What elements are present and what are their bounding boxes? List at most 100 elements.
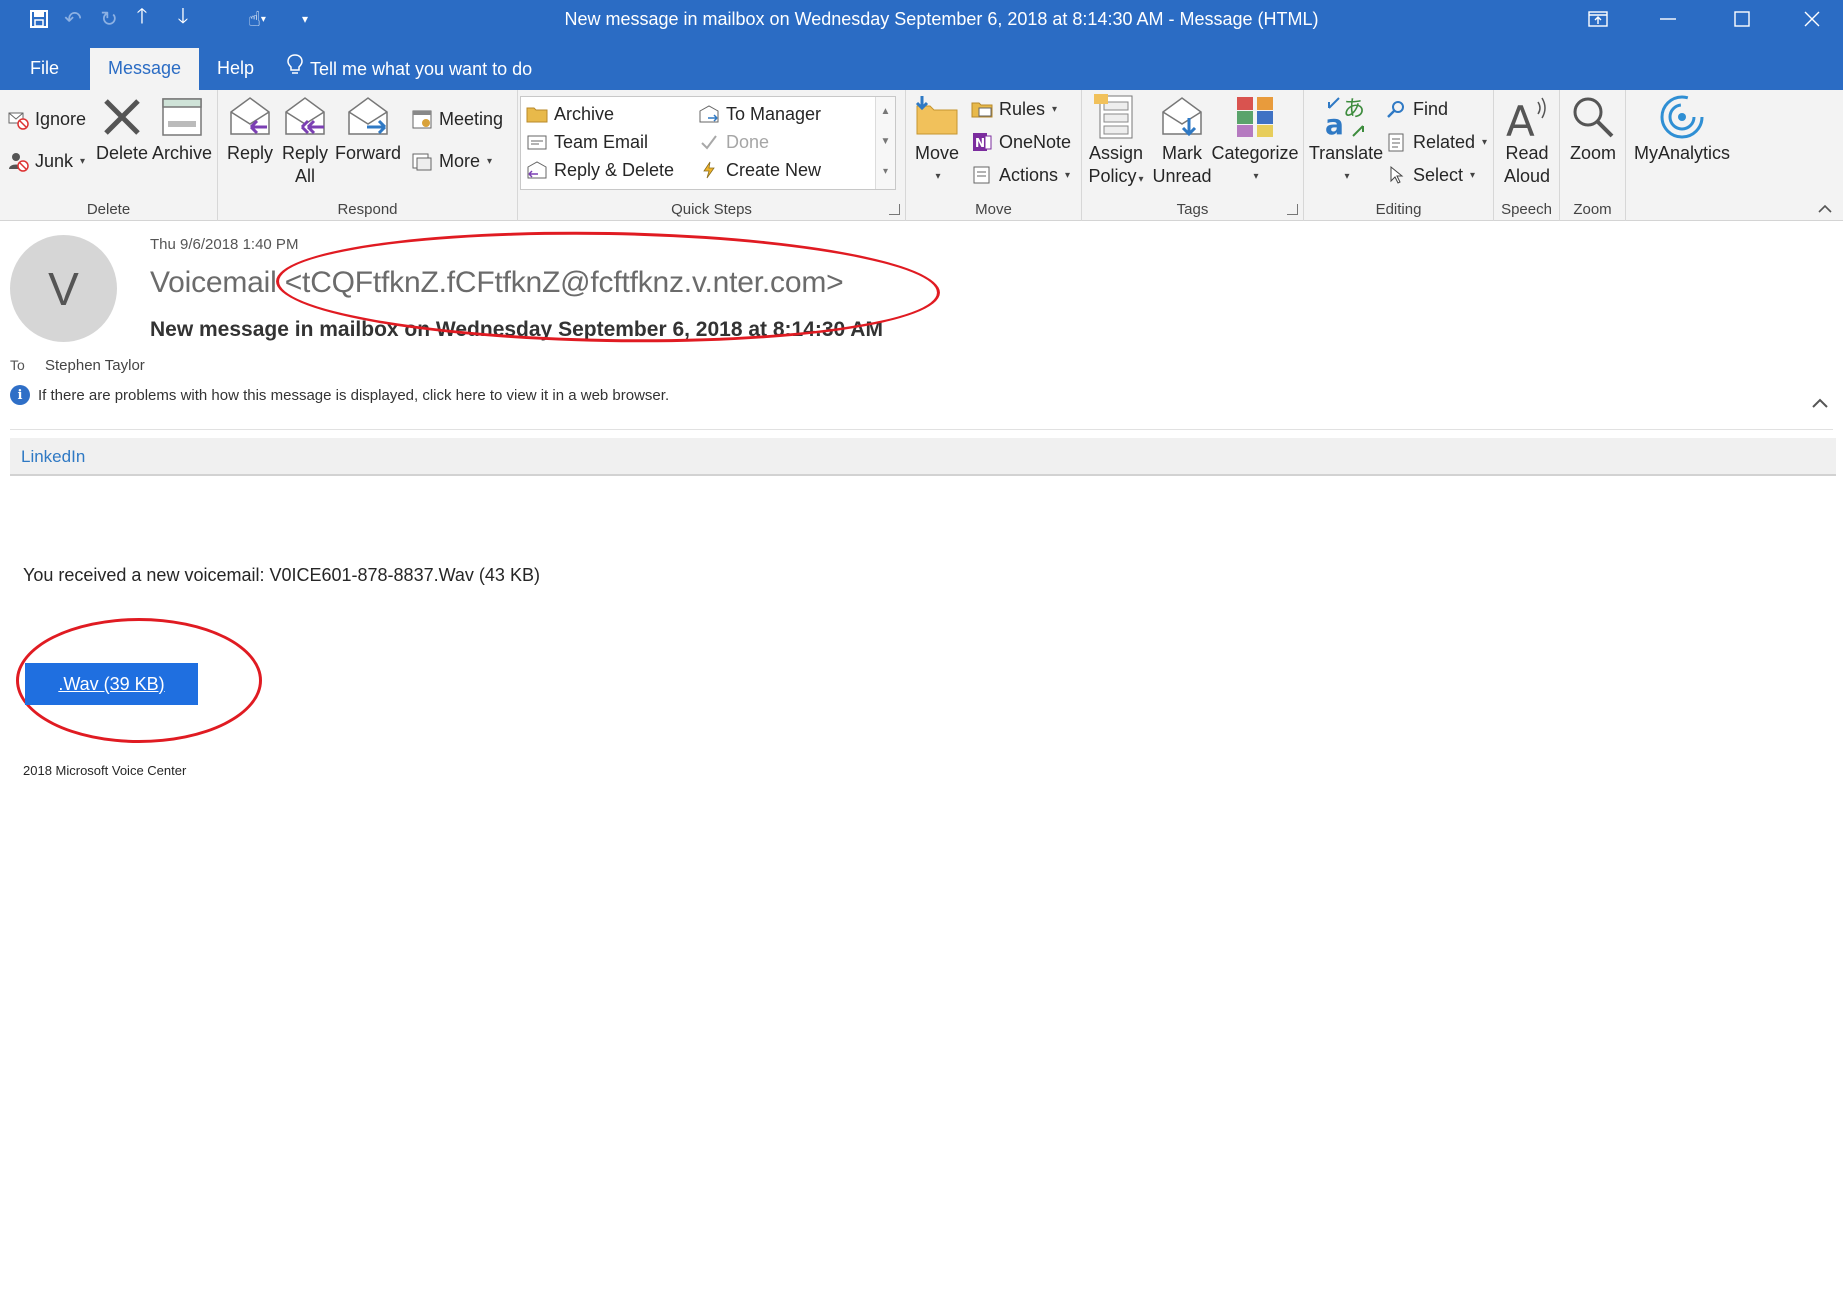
archive-label: Archive (151, 143, 213, 163)
archive-box-icon (159, 94, 205, 140)
message-subject: New message in mailbox on Wednesday Sept… (150, 318, 883, 341)
move-folder-icon (914, 94, 960, 140)
myanalytics-button[interactable]: MyAnalytics (1630, 94, 1734, 165)
quick-steps-launcher[interactable] (889, 204, 900, 215)
minimize-button[interactable] (1637, 0, 1699, 38)
header-divider (10, 429, 1833, 430)
sender-name: Voicemail (150, 266, 277, 299)
more-respond-button[interactable]: More ▾ (410, 148, 492, 174)
related-label: Related (1413, 131, 1476, 152)
zoom-group: Zoom Zoom (1560, 90, 1626, 221)
categorize-button[interactable]: Categorize ▾ (1210, 94, 1300, 188)
quick-step-create-new-label: Create New (726, 159, 822, 180)
quick-step-create-new[interactable]: Create New (697, 157, 821, 183)
quick-step-reply-delete[interactable]: Reply & Delete (525, 157, 674, 183)
actions-icon (970, 163, 994, 187)
tell-me-search[interactable]: Tell me what you want to do (286, 48, 532, 90)
folder-icon (525, 102, 549, 126)
wav-download-button[interactable]: .Wav (39 KB) (25, 663, 198, 705)
maximize-button[interactable] (1711, 0, 1773, 38)
quick-step-reply-delete-label: Reply & Delete (554, 159, 675, 180)
delete-group: Ignore Junk ▾ Delete Archive Delete (0, 90, 218, 221)
sender-line[interactable]: Voicemail <tCQFtfknZ.fCFtfknZ@fcftfknz.v… (150, 266, 844, 300)
expand-gallery-icon[interactable]: ▾ (876, 157, 895, 187)
forward-button[interactable]: Forward (334, 94, 402, 165)
quick-step-team-email-label: Team Email (554, 131, 649, 152)
recipient-name[interactable]: Stephen Taylor (45, 357, 145, 374)
translate-button[interactable]: aあ Translate ▾ (1308, 94, 1384, 188)
rules-button[interactable]: Rules ▾ (970, 96, 1057, 122)
select-label: Select (1413, 164, 1464, 185)
linkedin-bar: LinkedIn (10, 438, 1836, 476)
info-bar[interactable]: i If there are problems with how this me… (10, 385, 669, 405)
meeting-button[interactable]: Meeting (410, 106, 503, 132)
related-button[interactable]: Related ▾ (1384, 129, 1487, 155)
assign-policy-label-1: Assign (1088, 143, 1144, 163)
delete-group-label: Delete (86, 201, 131, 218)
zoom-label: Zoom (1569, 143, 1616, 163)
archive-button[interactable]: Archive (150, 94, 214, 165)
cursor-icon (1384, 163, 1408, 187)
quick-step-done-label: Done (726, 131, 770, 152)
mark-unread-button[interactable]: Mark Unread (1152, 94, 1212, 188)
move-button[interactable]: Move ▾ (910, 94, 964, 188)
quick-steps-gallery: Archive To Manager Team Email Done Reply… (520, 96, 896, 190)
tab-help[interactable]: Help (199, 48, 272, 90)
tab-file[interactable]: File (12, 48, 77, 90)
tab-message[interactable]: Message (90, 48, 200, 90)
forward-mail-icon (697, 102, 721, 126)
svg-text:A: A (1506, 97, 1535, 140)
tags-group-label: Tags (1176, 201, 1209, 218)
actions-button[interactable]: Actions ▾ (970, 162, 1070, 188)
scroll-down-icon[interactable]: ▼ (876, 127, 895, 157)
onenote-icon: N (970, 130, 994, 154)
assign-policy-button[interactable]: Assign Policy ▾ (1086, 94, 1146, 191)
actions-label: Actions (999, 164, 1059, 185)
reply-icon (227, 94, 273, 140)
more-respond-icon (410, 149, 434, 173)
tags-launcher[interactable] (1287, 204, 1298, 215)
myanalytics-icon (1659, 94, 1705, 140)
read-aloud-button[interactable]: A Read Aloud (1498, 94, 1556, 188)
tell-me-label: Tell me what you want to do (310, 59, 533, 79)
translate-icon: aあ (1323, 94, 1369, 140)
read-aloud-label-2: Aloud (1503, 166, 1551, 186)
scroll-up-icon[interactable]: ▲ (876, 97, 895, 127)
linkedin-link[interactable]: LinkedIn (21, 447, 85, 467)
quick-steps-scroll[interactable]: ▲ ▼ ▾ (875, 97, 895, 189)
quick-step-done[interactable]: Done (697, 129, 769, 155)
team-email-icon (525, 130, 549, 154)
magnifier-icon (1570, 94, 1616, 140)
reply-all-button[interactable]: Reply All (280, 94, 330, 188)
quick-step-to-manager[interactable]: To Manager (697, 101, 821, 127)
assign-policy-icon (1093, 94, 1139, 140)
delete-button[interactable]: Delete (94, 94, 150, 165)
sender-email: <tCQFtfknZ.fCFtfknZ@fcftfknz.v.nter.com> (284, 266, 844, 299)
junk-label: Junk (35, 150, 74, 171)
move-group-label: Move (975, 201, 1012, 218)
reply-all-label-1: Reply (281, 143, 329, 163)
lightning-icon (697, 158, 721, 182)
collapse-header-icon[interactable] (1809, 394, 1831, 412)
find-button[interactable]: Find (1384, 96, 1448, 122)
ignore-button[interactable]: Ignore (6, 106, 86, 132)
quick-step-team-email[interactable]: Team Email (525, 129, 648, 155)
quick-step-archive[interactable]: Archive (525, 101, 614, 127)
reply-all-icon (282, 94, 328, 140)
collapse-ribbon-icon[interactable] (1817, 202, 1833, 214)
junk-button[interactable]: Junk ▾ (6, 148, 85, 174)
editing-group-label: Editing (1375, 201, 1422, 218)
svg-text:N: N (975, 136, 985, 150)
zoom-button[interactable]: Zoom (1564, 94, 1622, 165)
onenote-button[interactable]: N OneNote (970, 129, 1071, 155)
read-aloud-icon: A (1504, 94, 1550, 140)
move-group: Move ▾ Rules ▾ N OneNote Actions ▾ Move (906, 90, 1082, 221)
restore-ribbon-icon[interactable] (1567, 0, 1629, 38)
onenote-label: OneNote (999, 131, 1072, 152)
move-label: Move (914, 143, 959, 163)
delete-x-icon (99, 94, 145, 140)
reply-button[interactable]: Reply (226, 94, 274, 165)
close-button[interactable] (1781, 0, 1843, 38)
svg-text:あ: あ (1343, 97, 1365, 122)
select-button[interactable]: Select ▾ (1384, 162, 1475, 188)
